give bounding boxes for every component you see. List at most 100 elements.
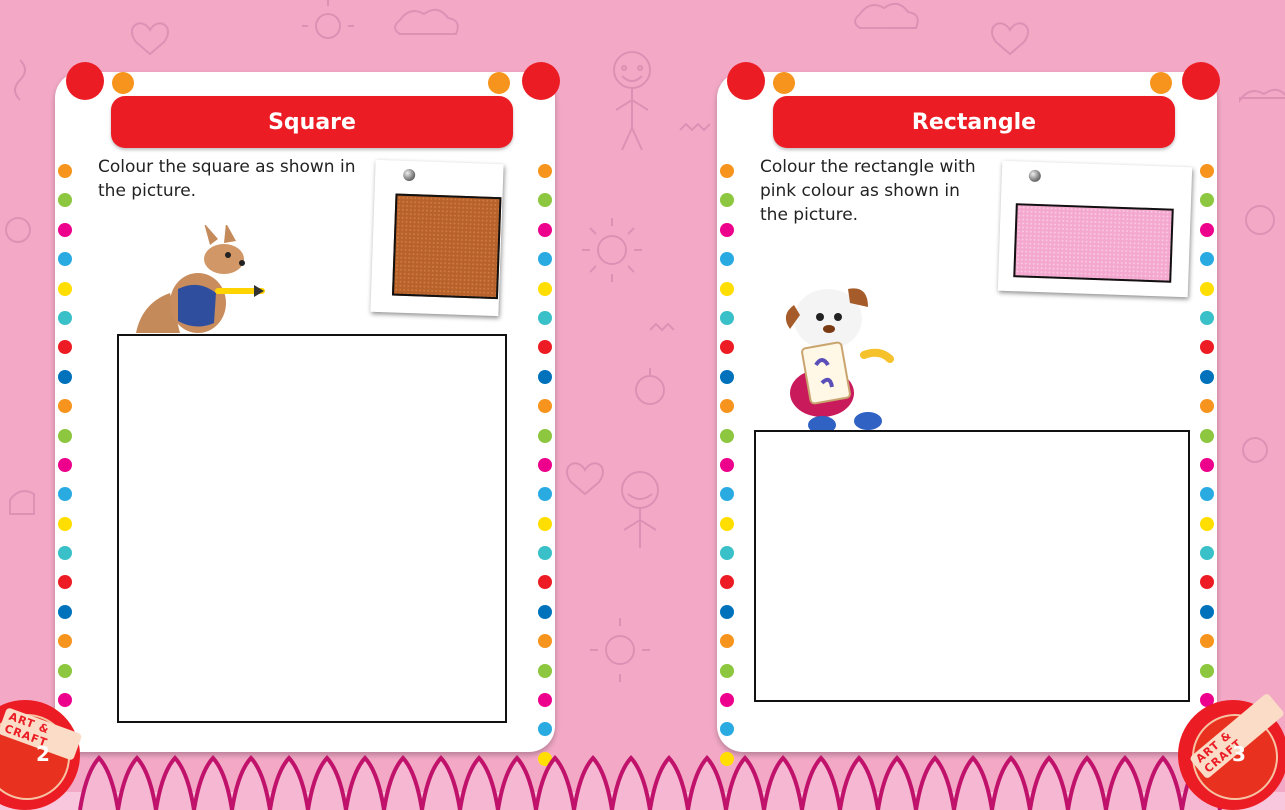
grass-blade xyxy=(1142,755,1184,810)
border-dot xyxy=(538,369,552,384)
grass-blade xyxy=(1028,755,1070,810)
border-dot xyxy=(1200,575,1214,590)
rectangle-colour-sample xyxy=(1013,203,1174,283)
border-dot xyxy=(1200,281,1214,296)
border-dot xyxy=(538,281,552,296)
grass-blade xyxy=(192,755,234,810)
border-dot xyxy=(58,164,72,178)
border-dot xyxy=(720,575,734,590)
border-dot xyxy=(58,193,72,208)
border-dot xyxy=(720,428,734,443)
border-dot xyxy=(58,487,72,502)
page-number: 3 xyxy=(1232,742,1246,766)
border-dot xyxy=(1200,663,1214,678)
border-dot xyxy=(720,516,734,531)
border-dot xyxy=(1200,546,1214,561)
border-dot xyxy=(720,252,734,267)
square-drawing-area[interactable] xyxy=(117,334,507,723)
border-dot xyxy=(538,546,552,561)
grass-blade xyxy=(230,755,272,810)
border-dot xyxy=(720,663,734,678)
kangaroo-painting-icon xyxy=(136,225,265,333)
corner-dot xyxy=(773,72,795,94)
border-dot xyxy=(58,310,72,325)
left-page-dot-border xyxy=(58,164,72,781)
border-dot xyxy=(720,399,734,414)
border-dot xyxy=(538,575,552,590)
border-dot xyxy=(1200,252,1214,267)
grass-blade xyxy=(344,755,386,810)
border-dot xyxy=(58,222,72,237)
grass-blade xyxy=(686,755,728,810)
grass-blade xyxy=(458,755,500,810)
grass-border xyxy=(0,755,1285,810)
border-dot xyxy=(720,693,734,708)
square-colour-sample xyxy=(391,193,502,300)
grass-blade xyxy=(800,755,842,810)
grass-blade xyxy=(762,755,804,810)
border-dot xyxy=(1200,457,1214,472)
grass-blade xyxy=(876,755,918,810)
grass-blade xyxy=(914,755,956,810)
border-dot xyxy=(538,310,552,325)
corner-dot xyxy=(1150,72,1172,94)
border-dot xyxy=(58,340,72,355)
border-dot xyxy=(1200,164,1214,178)
reference-note xyxy=(997,160,1193,298)
border-dot xyxy=(720,634,734,649)
grass-blade xyxy=(648,755,690,810)
section-badge-right: ART & CRAFT 3 xyxy=(1178,692,1285,810)
border-dot xyxy=(720,604,734,619)
border-dot xyxy=(538,634,552,649)
border-dot xyxy=(58,516,72,531)
border-dot xyxy=(538,399,552,414)
grass-blade xyxy=(572,755,614,810)
border-dot xyxy=(720,310,734,325)
right-page-dot-border xyxy=(720,164,734,781)
border-dot xyxy=(720,193,734,208)
grass-blade xyxy=(154,755,196,810)
border-dot xyxy=(538,487,552,502)
border-dot xyxy=(1200,604,1214,619)
pin-icon xyxy=(402,168,416,182)
grass-blade xyxy=(1066,755,1108,810)
border-dot xyxy=(720,546,734,561)
instruction-text: Colour the square as shown in the pictur… xyxy=(98,157,356,201)
right-page-dot-border-right xyxy=(1200,164,1214,781)
border-dot xyxy=(58,252,72,267)
grass-blade xyxy=(268,755,310,810)
rectangle-drawing-area[interactable] xyxy=(754,430,1190,702)
border-dot xyxy=(720,340,734,355)
border-dot xyxy=(538,340,552,355)
right-workbook-page: Rectangle Colour the rectangle with pink… xyxy=(717,72,1217,766)
left-page-dot-border-right xyxy=(538,164,552,781)
border-dot xyxy=(720,369,734,384)
corner-dot xyxy=(488,72,510,94)
grass-blade xyxy=(990,755,1032,810)
grass-blade xyxy=(724,755,766,810)
border-dot xyxy=(58,634,72,649)
border-dot xyxy=(538,693,552,708)
border-dot xyxy=(538,428,552,443)
border-dot xyxy=(1200,310,1214,325)
border-dot xyxy=(58,369,72,384)
grass-blade xyxy=(952,755,994,810)
border-dot xyxy=(720,487,734,502)
grass-blade xyxy=(496,755,538,810)
pin-icon xyxy=(1028,169,1042,183)
border-dot xyxy=(58,281,72,296)
border-dot xyxy=(720,457,734,472)
page-title: Square xyxy=(111,96,513,148)
grass-blade xyxy=(838,755,880,810)
page-number: 2 xyxy=(36,742,50,766)
border-dot xyxy=(1200,340,1214,355)
border-dot xyxy=(1200,399,1214,414)
grass-blade xyxy=(306,755,348,810)
grass-blade xyxy=(610,755,652,810)
border-dot xyxy=(58,604,72,619)
border-dot xyxy=(720,722,734,737)
border-dot xyxy=(538,604,552,619)
border-dot xyxy=(58,457,72,472)
grass-blade xyxy=(116,755,158,810)
border-dot xyxy=(58,546,72,561)
